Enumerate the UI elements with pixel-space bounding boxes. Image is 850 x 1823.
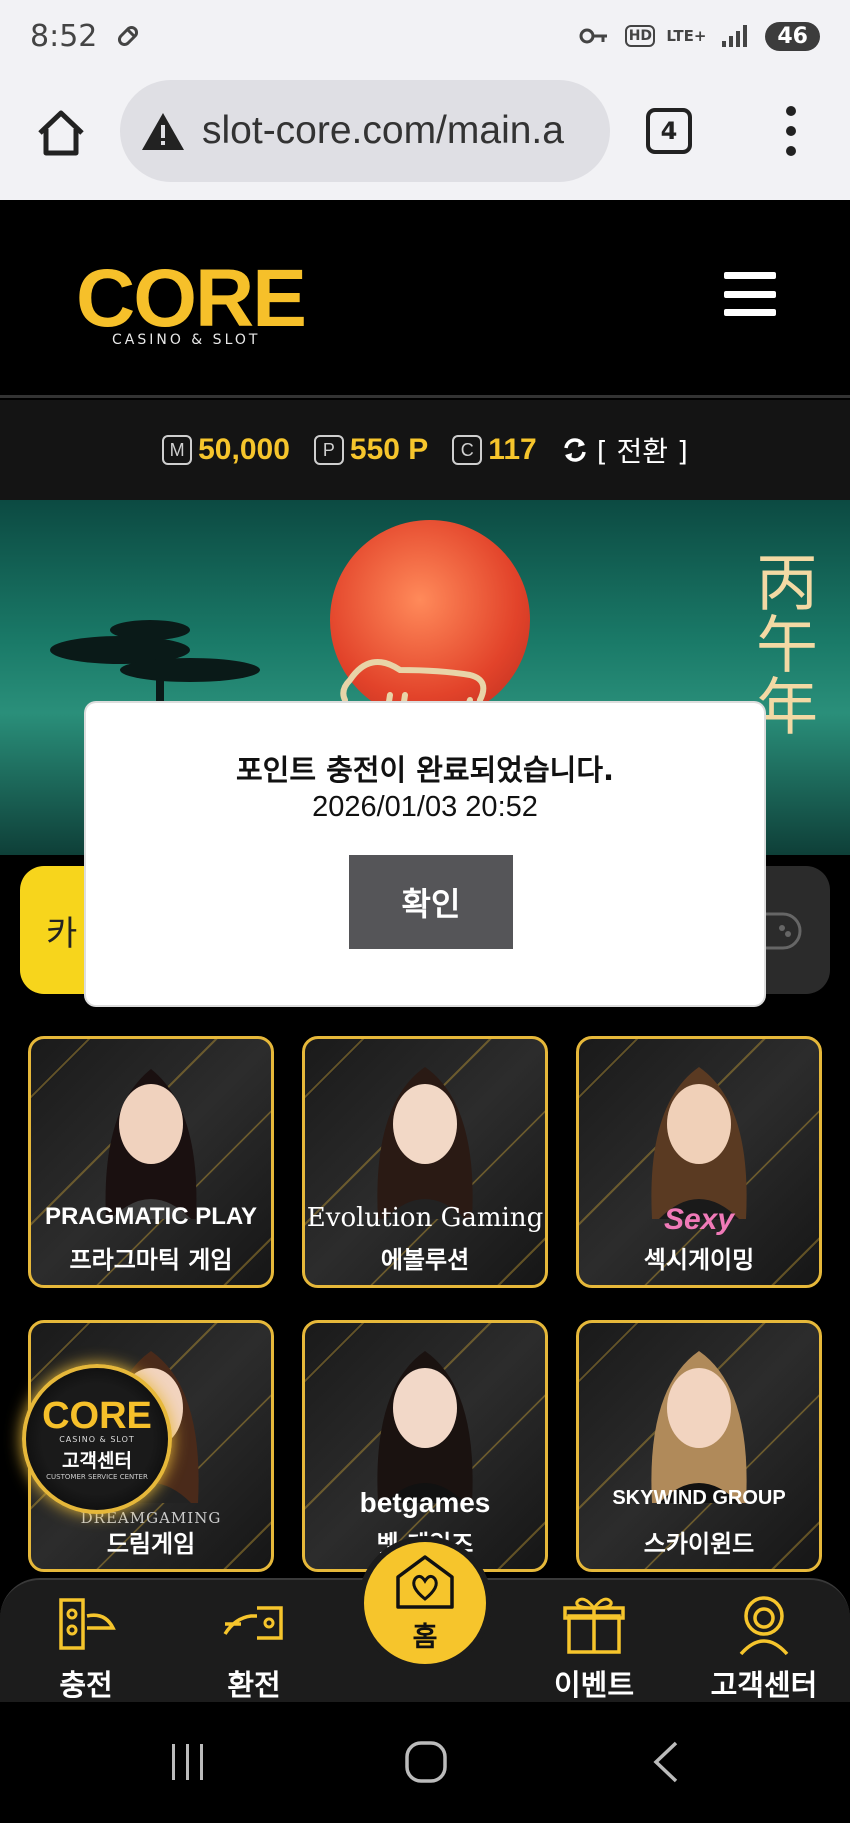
game-card-evolution[interactable]: Evolution Gaming 에볼루션 bbox=[302, 1036, 548, 1288]
customer-service-badge[interactable]: CORE CASINO & SLOT 고객센터 CUSTOMER SERVICE… bbox=[22, 1364, 172, 1514]
provider-logo: Sexy bbox=[663, 1203, 735, 1236]
browser-toolbar: slot-core.com/main.a 4 bbox=[0, 72, 850, 200]
nav-event-label: 이벤트 bbox=[553, 1668, 635, 1702]
nav-exchange[interactable]: 환전 bbox=[184, 1590, 324, 1704]
dealer-portrait-image bbox=[377, 1067, 473, 1219]
convert-label: [ 전환 ] bbox=[596, 435, 688, 468]
tab-count-button[interactable]: 4 bbox=[646, 108, 692, 154]
cs-footer: CUSTOMER SERVICE CENTER bbox=[46, 1473, 148, 1481]
provider-logo: SKYWIND GROUP bbox=[612, 1487, 786, 1509]
dealer-portrait-image bbox=[377, 1351, 473, 1503]
money-tag: M bbox=[162, 435, 193, 465]
home-icon[interactable] bbox=[30, 102, 92, 164]
battery-indicator: 46 bbox=[765, 21, 820, 51]
hamburger-menu-icon[interactable] bbox=[724, 272, 776, 316]
recent-apps-icon[interactable] bbox=[158, 1732, 218, 1792]
dialog-timestamp: 2026/01/03 20:52 bbox=[312, 791, 538, 823]
home-heart-icon bbox=[390, 1553, 460, 1615]
point-value: 550 P bbox=[349, 433, 429, 466]
convert-button[interactable]: [ 전환 ] bbox=[561, 430, 688, 470]
game-card-skywind[interactable]: SKYWIND GROUP 스카이윈드 bbox=[576, 1320, 822, 1572]
url-bar[interactable]: slot-core.com/main.a bbox=[120, 80, 610, 182]
headset-icon bbox=[729, 1590, 799, 1658]
logo-text: CORE bbox=[76, 253, 307, 344]
game-card-betgames[interactable]: betgames 벳 게임즈 bbox=[302, 1320, 548, 1572]
dialog-message: 포인트 충전이 완료되었습니다. bbox=[235, 753, 615, 787]
pill-icon bbox=[113, 21, 143, 51]
nav-charge-label: 충전 bbox=[59, 1668, 113, 1702]
refresh-icon bbox=[563, 438, 586, 462]
back-icon[interactable] bbox=[636, 1732, 696, 1792]
game-card-label: 에볼루션 bbox=[380, 1246, 470, 1274]
cs-logo: CORE bbox=[42, 1395, 152, 1437]
key-icon bbox=[577, 21, 611, 51]
game-card-pragmatic[interactable]: PRAGMATIC PLAY 프라그마틱 게임 bbox=[28, 1036, 274, 1288]
dealer-portrait-image bbox=[651, 1067, 747, 1219]
provider-logo: Evolution Gaming bbox=[306, 1203, 544, 1233]
confirm-button[interactable]: 확인 bbox=[349, 855, 513, 949]
status-time: 8:52 bbox=[30, 18, 98, 54]
wallet-in-icon bbox=[51, 1590, 121, 1658]
category-tab-label: 카 bbox=[46, 913, 78, 954]
nav-exchange-label: 환전 bbox=[227, 1668, 281, 1702]
gift-icon bbox=[559, 1590, 629, 1658]
lte-icon: LTE+ bbox=[666, 27, 707, 45]
nav-support[interactable]: 고객센터 bbox=[694, 1590, 834, 1704]
game-card-label: 드림게임 bbox=[106, 1530, 196, 1558]
hd-icon: HD bbox=[625, 25, 656, 47]
site-header: CORE CASINO & SLOT bbox=[0, 200, 850, 398]
browser-menu-button[interactable] bbox=[776, 106, 806, 156]
site-logo[interactable]: CORE CASINO & SLOT bbox=[76, 253, 307, 349]
money-value: 50,000 bbox=[198, 433, 290, 466]
nav-charge[interactable]: 충전 bbox=[16, 1590, 156, 1704]
nav-home[interactable]: 홈 bbox=[358, 1536, 492, 1670]
status-bar: 8:52 HD LTE+ 46 bbox=[0, 0, 850, 72]
home-nav-icon[interactable] bbox=[396, 1732, 456, 1792]
dealer-portrait-image bbox=[105, 1069, 197, 1219]
comp-tag: C bbox=[452, 435, 483, 465]
game-card-label: 섹시게이밍 bbox=[643, 1246, 755, 1274]
cs-label: 고객센터 bbox=[62, 1450, 132, 1472]
nav-home-label: 홈 bbox=[412, 1621, 438, 1653]
point-tag: P bbox=[313, 435, 344, 465]
game-card-sexy[interactable]: Sexy 섹시게이밍 bbox=[576, 1036, 822, 1288]
alert-dialog: 포인트 충전이 완료되었습니다. 2026/01/03 20:52 확인 bbox=[86, 703, 764, 1005]
game-card-label: 스카이윈드 bbox=[643, 1530, 755, 1558]
url-text[interactable]: slot-core.com/main.a bbox=[202, 109, 564, 153]
comp-balance: C 117 bbox=[452, 433, 537, 467]
nav-support-label: 고객센터 bbox=[710, 1668, 818, 1702]
balance-bar: M 50,000 P 550 P C 117 [ 전환 ] bbox=[0, 400, 850, 500]
dealer-portrait-image bbox=[651, 1351, 747, 1503]
cs-subtitle: CASINO & SLOT bbox=[59, 1435, 135, 1444]
warning-icon[interactable] bbox=[138, 106, 188, 156]
money-balance: M 50,000 bbox=[162, 433, 290, 467]
logo-subtitle: CASINO & SLOT bbox=[112, 332, 261, 348]
game-card-label: 프라그마틱 게임 bbox=[69, 1246, 233, 1274]
point-balance: P 550 P bbox=[313, 433, 429, 467]
comp-value: 117 bbox=[488, 433, 537, 466]
signal-icon bbox=[717, 21, 751, 51]
provider-logo: betgames bbox=[359, 1487, 491, 1518]
wallet-out-icon bbox=[219, 1590, 289, 1658]
provider-logo: PRAGMATIC PLAY bbox=[44, 1203, 257, 1230]
android-nav-bar bbox=[0, 1702, 850, 1823]
nav-event[interactable]: 이벤트 bbox=[524, 1590, 664, 1704]
